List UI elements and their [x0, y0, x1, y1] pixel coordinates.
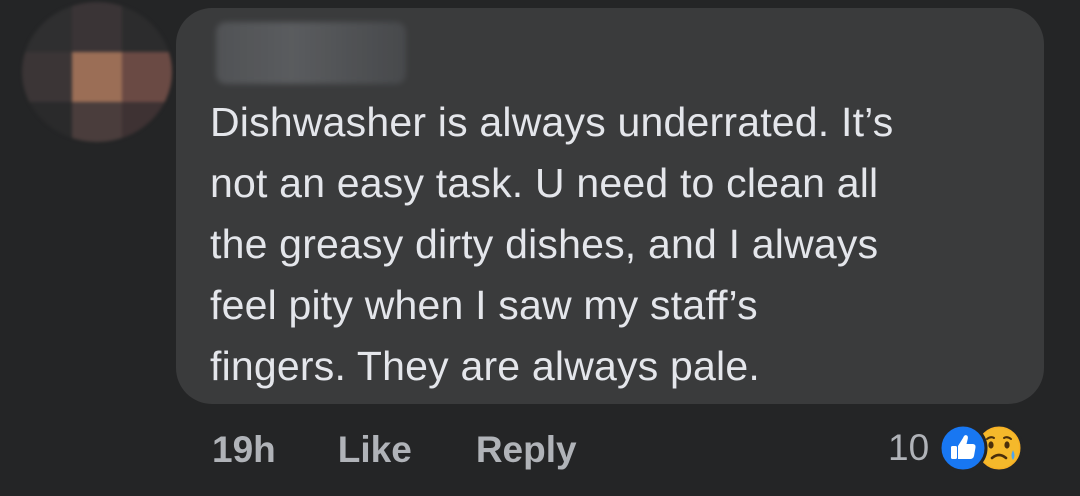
reactions-summary[interactable]: 10 — [888, 420, 1029, 476]
like-icon — [938, 423, 988, 473]
reaction-count: 10 — [888, 427, 930, 468]
comment-timestamp[interactable]: 19h — [212, 429, 276, 471]
reaction-icons — [938, 423, 1024, 473]
avatar[interactable] — [22, 2, 172, 142]
commenter-name-redacted[interactable] — [216, 22, 406, 84]
comment-text: Dishwasher is always underrated. It’s no… — [210, 99, 894, 389]
reply-button[interactable]: Reply — [476, 429, 577, 471]
comment-bubble: Dishwasher is always underrated. It’s no… — [176, 8, 1044, 404]
like-button[interactable]: Like — [338, 429, 412, 471]
comment-actions: 19h Like Reply — [212, 424, 577, 476]
